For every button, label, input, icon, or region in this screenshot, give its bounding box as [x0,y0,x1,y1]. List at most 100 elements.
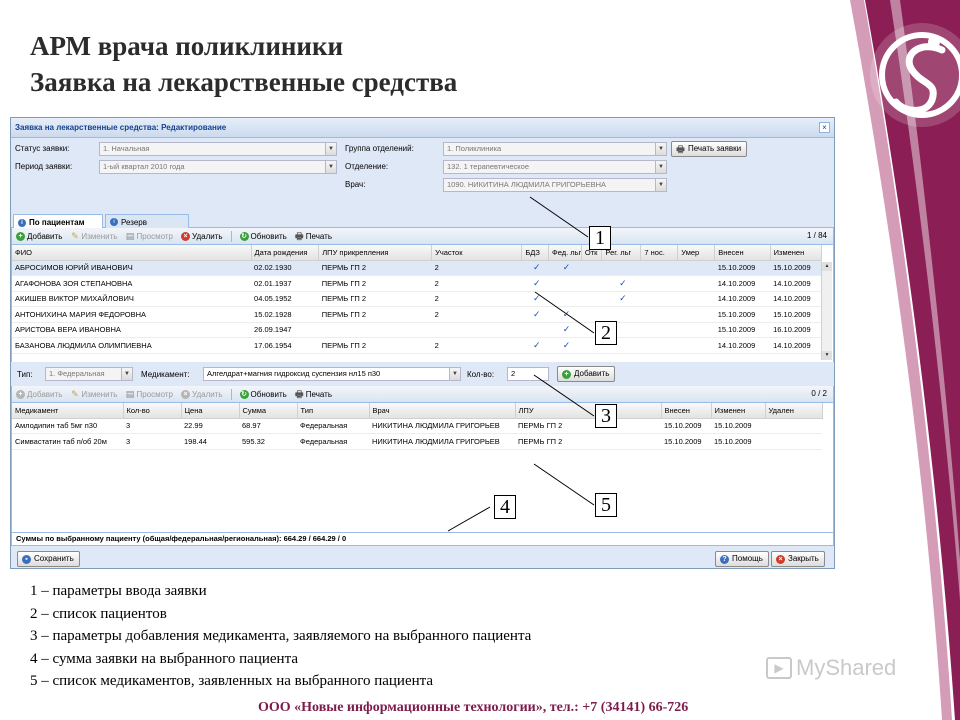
medicines-column-header[interactable]: Удален [765,403,823,419]
patients-column-header[interactable]: Фед. льг [548,245,582,261]
table-row[interactable]: АКИШЕВ ВИКТОР МИХАЙЛОВИЧ 04.05.1952 ПЕРМЬ … [12,291,822,307]
document-icon: ▤ [125,388,135,399]
patients-column-header[interactable]: Дата рождения [251,245,320,261]
view-med-button[interactable]: ▤ Просмотр [125,388,173,399]
patient-cell-lpu: ПЕРМЬ ГП 2 [318,275,432,292]
plus-icon: + [16,389,25,399]
patient-cell-fio: АГАФОНОВА ЗОЯ СТЕПАНОВНА [12,275,252,292]
chevron-down-icon: ▼ [655,143,666,155]
patient-cell-fio: АБРОСИМОВ ЮРИЙ ИВАНОВИЧ [12,260,252,276]
patient-cell-vnesen: 14.10.2009 [714,275,771,292]
medicine-cell-doctor: НИКИТИНА ЛЮДМИЛА ГРИГОРЬЕВ [369,418,515,434]
print-patients-button[interactable]: 🖶 Печать [295,231,332,241]
save-button[interactable]: ▪ Сохранить [17,551,80,567]
edit-med-button[interactable]: ✎ Изменить [70,388,117,399]
medicines-column-header[interactable]: Врач [369,403,516,419]
close-icon[interactable]: × [819,122,830,133]
medicine-cell-sum: 68.97 [239,418,297,434]
help-icon: ? [720,554,729,564]
pencil-icon: ✎ [71,388,79,399]
medicines-column-header[interactable]: Тип [297,403,370,419]
medicines-column-header[interactable]: Кол-во [123,403,182,419]
scroll-down-icon[interactable]: ▼ [822,351,832,360]
medicine-cell-type: Федеральная [297,433,369,450]
close-button[interactable]: × Закрыть [771,551,825,567]
patient-cell-reg [601,260,641,276]
doctor-select[interactable]: 1090. НИКИТИНА ЛЮДМИЛА ГРИГОРЬЕВНА ▼ [443,178,667,192]
patient-cell-fed: ✓ [548,260,582,276]
scroll-up-icon[interactable]: ▲ [822,262,832,271]
slide-title-line2: Заявка на лекарственные средства [30,67,458,97]
patient-cell-nos [640,337,678,354]
patients-column-header[interactable]: БДЗ [521,245,550,261]
medicine-cell-sum: 595.32 [239,433,297,450]
edit-patient-button[interactable]: ✎ Изменить [70,231,117,241]
print-meds-button[interactable]: 🖶 Печать [295,388,332,399]
dept-select[interactable]: 132. 1 терапевтическое ▼ [443,160,667,174]
delete-med-button[interactable]: × Удалить [181,389,223,399]
refresh-icon: ↻ [239,389,249,399]
patient-cell-fio: АКИШЕВ ВИКТОР МИХАЙЛОВИЧ [12,291,252,307]
printer-icon: 🖶 [676,143,685,154]
medicines-counter: 0 / 2 [811,389,827,398]
refresh-icon: ↻ [239,231,249,241]
table-row[interactable]: АБРОСИМОВ ЮРИЙ ИВАНОВИЧ 02.02.1930 ПЕРМЬ Г… [12,260,822,276]
qty-input[interactable]: 2 [507,367,549,381]
help-button[interactable]: ? Помощь [715,551,769,567]
medicine-cell-vnesen: 15.10.2009 [661,418,711,434]
patient-cell-otk [581,291,602,307]
printer-icon: 🖶 [295,388,304,399]
group-select[interactable]: 1. Поликлиника ▼ [443,142,667,156]
tab-reserve[interactable]: i Резерв [105,214,189,229]
patients-column-header[interactable]: Внесен [714,245,771,261]
status-label: Статус заявки: [15,144,70,153]
patients-column-header[interactable]: ЛПУ прикрепления [318,245,433,261]
view-patient-button[interactable]: ▤ Просмотр [125,231,173,241]
add-med-button[interactable]: + Добавить [16,389,62,399]
patient-cell-dob: 04.05.1952 [251,291,319,307]
table-row[interactable]: Амлодипин таб 5мг п30 3 22.99 68.97 Федераль… [12,418,822,434]
patients-column-header[interactable]: Участок [431,245,523,261]
refresh-patients-button[interactable]: ↻ Обновить [239,231,287,241]
medicine-cell-izm: 15.10.2009 [711,433,765,450]
medicines-column-header[interactable]: Сумма [239,403,298,419]
patient-cell-reg: ✓ [601,275,641,292]
medicines-column-header[interactable]: ЛПУ [515,403,662,419]
chevron-down-icon: ▼ [325,143,336,155]
medicine-select[interactable]: Алгелдрат+магния гидроксид суспензия нл1… [203,367,461,381]
refresh-meds-button[interactable]: ↻ Обновить [239,389,287,399]
patient-cell-fed: ✓ [548,337,582,354]
period-select[interactable]: 1-ый квартал 2010 года ▼ [99,160,337,174]
medicine-cell-lpu: ПЕРМЬ ГП 2 [515,418,661,434]
patients-column-header[interactable]: Изменен [770,245,823,261]
type-select[interactable]: 1. Федеральная ▼ [45,367,133,381]
patient-cell-bdz: ✓ [521,260,549,276]
patient-cell-umer [677,260,715,276]
table-row[interactable]: АГАФОНОВА ЗОЯ СТЕПАНОВНА 02.01.1937 ПЕРМЬ … [12,275,822,292]
status-select[interactable]: 1. Начальная ▼ [99,142,337,156]
patients-column-header[interactable]: Умер [677,245,716,261]
patients-scrollbar[interactable]: ▲ ▼ [821,262,832,360]
medicines-column-header[interactable]: Изменен [711,403,766,419]
table-row[interactable]: АРИСТОВА ВЕРА ИВАНОВНА 26.09.1947 ✓ 15.10.2… [12,322,822,338]
patients-column-header[interactable]: ФИО [12,245,252,261]
medicine-cell-del [765,418,822,434]
add-medicine-button[interactable]: + Добавить [557,366,616,382]
table-row[interactable]: АНТОНИХИНА МАРИЯ ФЕДОРОВНА 15.02.1928 ПЕРМ… [12,306,822,323]
medicines-panel: + Добавить ✎ Изменить ▤ Просмотр × Удалить ↻… [11,386,834,532]
medicines-column-header[interactable]: Внесен [661,403,712,419]
medicine-cell-price: 198.44 [181,433,239,450]
table-row[interactable]: Симвастатин таб п/об 20м 3 198.44 595.32 Фед… [12,433,822,450]
patient-cell-izm: 14.10.2009 [770,291,822,307]
delete-patient-button[interactable]: × Удалить [181,231,223,241]
legend-item: 1 – параметры ввода заявки [30,583,207,599]
add-patient-button[interactable]: + Добавить [16,231,62,241]
plus-icon: + [16,231,25,241]
medicines-column-header[interactable]: Медикамент [12,403,124,419]
patient-cell-uch: 2 [431,275,522,292]
patient-cell-vnesen: 14.10.2009 [714,337,771,354]
print-request-button[interactable]: 🖶 Печать заявки [671,141,748,157]
patients-column-header[interactable]: 7 нос. [640,245,679,261]
medicines-column-header[interactable]: Цена [181,403,240,419]
table-row[interactable]: БАЗАНОВА ЛЮДМИЛА ОЛИМПИЕВНА 17.06.1954 ПЕР… [12,337,822,354]
